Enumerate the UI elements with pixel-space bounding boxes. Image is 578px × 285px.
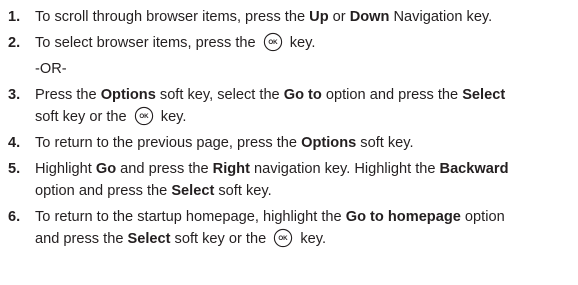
step-number: 1. [8,9,21,25]
instruction-step: 3. Press the Options soft key, select the… [8,84,574,128]
step-line: Press the Options soft key, select the G… [35,84,574,106]
instruction-text: Press the [35,87,101,103]
instruction-text: Navigation key. [389,9,493,25]
step-number: 5. [8,161,21,177]
instruction-text: key. [156,109,187,125]
step-line: soft key or the OK key. [35,106,574,128]
instruction-text: To return to the startup homepage, highl… [35,209,346,225]
ok-key-label: OK [268,39,278,46]
step-number: 4. [8,135,21,151]
instruction-text: To select browser items, press the [35,35,260,51]
bold-term: Backward [439,161,509,177]
instruction-step: 6. To return to the startup homepage, hig… [8,206,574,250]
instruction-text: and press the [35,231,128,247]
bold-term: Go to [283,87,322,103]
step-line: To return to the previous page, press th… [35,132,574,154]
instruction-text: key. [285,35,316,51]
instruction-text: option [460,209,505,225]
step-line: option and press the Select soft key. [35,180,574,202]
instruction-text: soft key. [214,183,272,199]
instruction-page: 1. To scroll through browser items, press… [0,0,578,285]
browser-instructions-list: 1. To scroll through browser items, press… [8,6,574,254]
instruction-text: To scroll through browser items, press t… [35,9,310,25]
bold-term: Go to homepage [345,209,461,225]
instruction-text: option and press the [321,87,463,103]
bold-term: Right [212,161,250,177]
ok-key-label: OK [279,235,289,242]
ok-key-icon: OK [263,32,283,52]
bold-term: Select [462,87,506,103]
instruction-step: 1. To scroll through browser items, press… [8,6,574,28]
ok-key-icon: OK [134,106,154,126]
instruction-text: or [328,9,350,25]
instruction-step: 4. To return to the previous page, press … [8,132,574,154]
bold-term: Options [100,87,156,103]
instruction-text: option and press the [35,183,172,199]
step-line: Highlight Go and press the Right navigat… [35,158,574,180]
step-line: To scroll through browser items, press t… [35,6,574,28]
step-number: 3. [8,87,21,103]
alternative-separator: -OR- [35,61,67,77]
ok-key-icon: OK [273,228,293,248]
instruction-text: and press the [116,161,213,177]
instruction-text: soft key or the [170,231,271,247]
bold-term: Select [171,183,215,199]
instruction-text: soft key, select the [155,87,284,103]
instruction-text: To return to the previous page, press th… [35,135,302,151]
instruction-text: soft key or the [35,109,131,125]
instruction-step: 5. Highlight Go and press the Right navig… [8,158,574,202]
step-line: To return to the startup homepage, highl… [35,206,574,228]
instruction-step: 2. To select browser items, press the OK … [8,32,574,54]
instruction-text: soft key. [356,135,414,151]
step-line: To select browser items, press the OK ke… [35,32,574,54]
step-number: 2. [8,35,21,51]
instruction-text: key. [296,231,327,247]
bold-term: Options [301,135,357,151]
instruction-text: Highlight [35,161,96,177]
instruction-text: navigation key. Highlight the [249,161,440,177]
bold-term: Down [349,9,390,25]
bold-term: Go [95,161,117,177]
step-number: 6. [8,209,21,225]
bold-term: Select [127,231,171,247]
bold-term: Up [309,9,329,25]
step-line: and press the Select soft key or the OK … [35,228,574,250]
ok-key-label: OK [139,113,149,120]
